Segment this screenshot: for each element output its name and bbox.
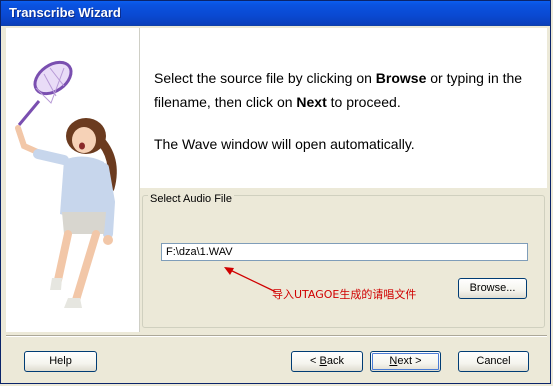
back-arrow-icon: < [310, 355, 317, 367]
instruction-next-keyword: Next [296, 94, 327, 110]
window-title: Transcribe Wizard [9, 5, 121, 20]
next-button[interactable]: Next > [370, 351, 441, 372]
group-label: Select Audio File [148, 193, 234, 205]
footer-divider [6, 335, 547, 337]
help-button[interactable]: Help [24, 351, 97, 372]
back-mnemonic: B [319, 355, 327, 367]
instruction-part: Select the source file by clicking on [154, 70, 376, 86]
cancel-button[interactable]: Cancel [458, 351, 529, 372]
next-arrow-icon: > [415, 355, 422, 367]
illustration-girl-with-butterfly-net [15, 60, 117, 308]
group-frame: Select Audio File [142, 193, 545, 328]
instructions-text: Select the source file by clicking on Br… [154, 66, 539, 114]
wizard-window: Transcribe Wizard Select the source file… [0, 0, 551, 384]
annotation-arrow [224, 267, 277, 293]
back-label-rest: ack [326, 355, 344, 367]
instruction-browse-keyword: Browse [375, 70, 427, 86]
browse-button[interactable]: Browse... [458, 278, 527, 299]
audio-file-path-input[interactable]: F:\dza\1.WAV [161, 243, 528, 261]
back-button[interactable]: < Back [291, 351, 363, 372]
select-audio-file-group: Select Audio File F:\dza\1.WAV 导入UTAGOE生… [140, 188, 547, 332]
auto-open-note: The Wave window will open automatically. [154, 136, 415, 152]
instruction-part: to proceed. [326, 94, 401, 110]
next-label-rest: ext [397, 355, 413, 367]
annotation-note: 导入UTAGOE生成的请唱文件 [272, 288, 417, 301]
illustration-pane [6, 28, 140, 332]
title-bar[interactable]: Transcribe Wizard [1, 1, 550, 26]
